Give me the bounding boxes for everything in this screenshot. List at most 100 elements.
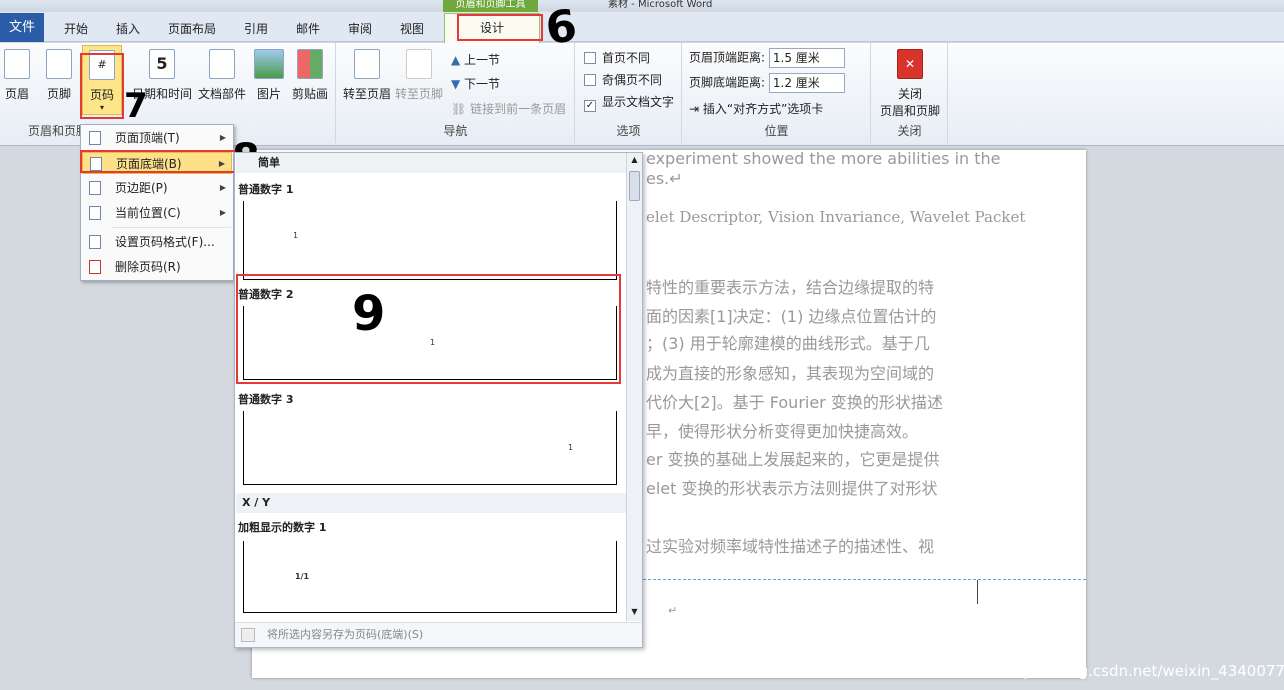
doc-parts-label: 文档部件 [198,87,247,101]
different-first-page-label: 首页不同 [602,51,651,65]
doc-line: elet 变换的形状表示方法则提供了对形状 [646,479,938,498]
footer-distance-input[interactable]: 1.2 厘米 [768,73,845,93]
goto-footer-button[interactable]: 转至页脚 [395,49,443,102]
footer-button[interactable]: 页脚 [46,49,72,102]
doc-line: 过实验对频率域特性描述子的描述性、视 [646,537,935,556]
doc-parts-button[interactable]: 文档部件 [198,49,246,102]
header-button[interactable]: 页眉 [4,49,30,102]
footer-label: 页脚 [46,87,71,101]
header-distance-label: 页眉顶端距离: [689,50,766,65]
annotation-box-bottom-of-page [80,150,237,173]
page-margin-icon [89,181,101,195]
save-selection-to-gallery[interactable]: 将所选内容另存为页码(底端)(S) [235,622,642,647]
menu-item-label: 设置页码格式(F)... [115,235,215,249]
footer-distance-label: 页脚底端距离: [689,75,766,90]
goto-header-icon [354,49,380,79]
scroll-down-arrow-icon[interactable]: ▼ [628,605,641,619]
different-odd-even-checkbox[interactable]: 奇偶页不同 [584,71,662,88]
tab-review[interactable]: 审阅 [348,20,372,37]
close-header-footer-button[interactable]: ✕ 关闭页眉和页脚 [880,49,940,119]
page-number-preview: 1 [568,443,574,452]
scrollbar-thumb[interactable] [629,171,640,201]
scroll-up-arrow-icon[interactable]: ▲ [628,153,641,167]
ribbon-tab-bar: 开始 插入 页面布局 引用 邮件 审阅 视图 [0,12,1284,42]
menu-item-page-margins[interactable]: 页边距(P) ▶ [82,177,232,199]
doc-line: 代价大[2]。基于 Fourier 变换的形状描述 [646,393,943,412]
gallery-item-plain-number-3[interactable]: 1 [243,411,617,485]
gallery-item-title: 普通数字 3 [238,393,294,406]
tab-home[interactable]: 开始 [64,20,88,37]
tab-insert[interactable]: 插入 [116,20,140,37]
doc-line: 特性的重要表示方法，结合边缘提取的特 [646,278,935,297]
calendar-icon: 5 [149,49,175,79]
menu-item-remove-page-numbers[interactable]: 删除页码(R) [82,256,232,278]
menu-item-label: 页边距(P) [115,181,168,195]
header-label: 页眉 [4,87,29,101]
close-label-2: 页眉和页脚 [880,104,941,118]
close-label: 关闭 [897,87,922,101]
header-distance-input[interactable]: 1.5 厘米 [768,48,845,68]
group-label-navigation: 导航 [443,124,468,138]
clip-art-icon [297,49,323,79]
footer-distance-control: 页脚底端距离: 1.2 厘米 [689,73,845,93]
group-position: 页眉顶端距离: 1.5 厘米 页脚底端距离: 1.2 厘米 ⇥ 插入“对齐方式”… [683,43,871,143]
goto-footer-icon [406,49,432,79]
gallery-item-plain-number-1[interactable]: 1 [243,201,617,280]
previous-section-button[interactable]: ▲ 上一节 [451,51,500,68]
link-to-previous-button[interactable]: ⛓ 链接到前一条页眉 [451,100,566,117]
current-position-icon [89,206,101,220]
gallery-item-title: 普通数字 1 [238,183,294,196]
doc-parts-icon [209,49,235,79]
annotation-box-plain-number-2 [236,274,621,384]
gallery-item-bold-number-1[interactable]: 1/1 [243,541,617,613]
menu-item-top-of-page[interactable]: 页面顶端(T) ▶ [82,127,232,149]
remove-icon [89,260,101,274]
next-section-button[interactable]: ▼ 下一节 [451,75,500,92]
chevron-right-icon: ▶ [219,133,226,142]
check-icon: ✓ [584,100,596,112]
clip-art-button[interactable]: 剪贴画 [292,49,328,102]
page-number-menu: 页面顶端(T) ▶ 页面底端(B) ▶ 页边距(P) ▶ 当前位置(C) ▶ 设置页码格… [80,124,234,281]
gallery-scrollbar[interactable]: ▲ ▼ [626,153,642,621]
tab-references[interactable]: 引用 [244,20,268,37]
tab-view[interactable]: 视图 [400,20,424,37]
goto-header-button[interactable]: 转至页眉 [343,49,391,102]
picture-button[interactable]: 图片 [254,49,284,102]
annotation-box-design [457,14,543,41]
menu-item-format-page-numbers[interactable]: 设置页码格式(F)... [82,231,232,253]
gallery-section-xy: X / Y [236,493,626,513]
link-to-previous-label: 链接到前一条页眉 [470,102,567,116]
different-first-page-checkbox[interactable]: 首页不同 [584,49,650,66]
show-document-text-checkbox[interactable]: ✓ 显示文档文字 [584,93,674,112]
page-number-preview: 1/1 [295,572,310,581]
annotation-7: 7 [124,86,148,126]
menu-divider [111,227,231,228]
header-icon [4,49,30,79]
annotation-box-page-number [80,53,124,119]
doc-line: 面的因素[1]决定：(1) 边缘点位置估计的 [646,307,937,326]
tab-mailings[interactable]: 邮件 [296,20,320,37]
doc-line: er 变换的基础上发展起来的，它更是提供 [646,450,940,469]
menu-item-label: 删除页码(R) [115,260,181,274]
close-icon: ✕ [897,49,923,79]
save-selection-label: 将所选内容另存为页码(底端)(S) [267,628,424,641]
annotation-9: 9 [352,286,386,342]
chevron-right-icon: ▶ [219,208,226,217]
menu-item-current-position[interactable]: 当前位置(C) ▶ [82,202,232,224]
insert-alignment-tab-button[interactable]: ⇥ 插入“对齐方式”选项卡 [689,100,823,117]
tab-page-layout[interactable]: 页面布局 [168,20,216,37]
checkbox-icon [584,52,596,64]
show-document-text-label: 显示文档文字 [602,95,675,109]
arrow-down-icon: ▼ [451,77,465,91]
different-odd-even-label: 奇偶页不同 [602,73,663,87]
previous-section-label: 上一节 [464,53,501,67]
tab-file[interactable]: 文件 [0,13,44,42]
link-icon: ⛓ [451,102,471,116]
clip-art-label: 剪贴画 [292,87,329,101]
page-number-gallery: 简单 普通数字 1 1 普通数字 2 1 普通数字 3 1 X / Y 加粗显示… [234,152,643,648]
doc-line: experiment showed the more abilities in … [646,149,1001,168]
doc-line: ；(3) 用于轮廓建模的曲线形式。基于几 [646,334,930,353]
goto-header-label: 转至页眉 [343,87,392,101]
menu-item-label: 页面顶端(T) [115,131,180,145]
group-label-options: 选项 [616,124,641,138]
